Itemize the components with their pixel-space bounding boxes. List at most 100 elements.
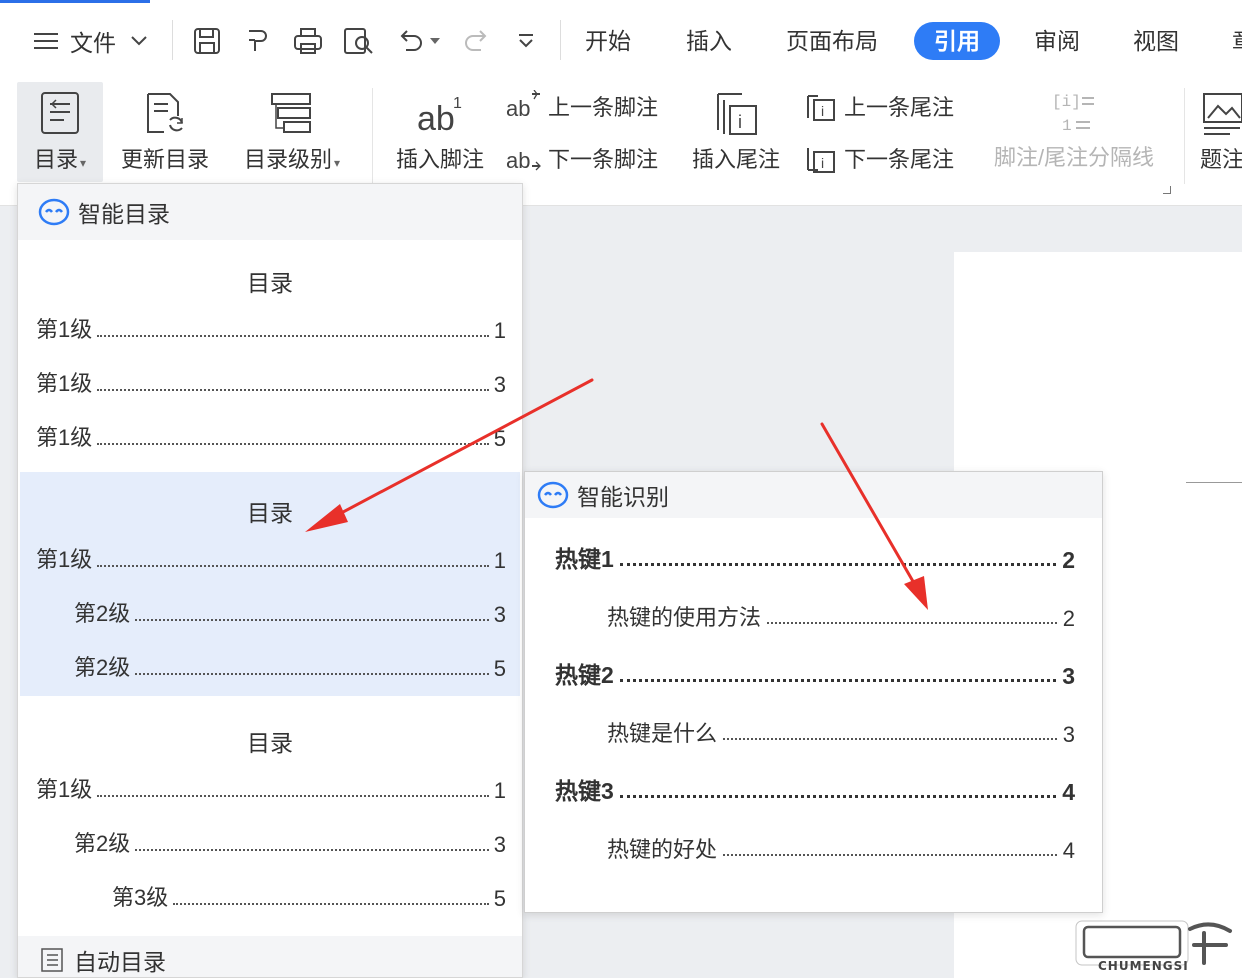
insert-footnote-label: 插入脚注 (395, 147, 484, 172)
smart-recognition-header: 智能识别 (525, 472, 1102, 518)
print-button[interactable] (292, 24, 324, 58)
footnote-separator-button[interactable]: [i] 1 脚注/尾注分隔线 (984, 82, 1164, 182)
print-icon (294, 28, 322, 54)
tab-chapter[interactable]: 章 (1232, 22, 1242, 60)
print-preview-icon (344, 28, 373, 54)
recognized-heading-level2: 热键的好处 4 (607, 837, 1075, 863)
prev-footnote-label: 上一条脚注 (548, 95, 659, 120)
insert-footnote-button[interactable]: ab 1 插入脚注 (390, 82, 490, 182)
menu-bar: 文件 开始 插入 页面布局 引用 审阅 视图 章 (0, 0, 1242, 82)
toc-preview-line: 第1级 5 (36, 425, 506, 451)
caption-label: 题注 (1200, 147, 1242, 172)
active-window-indicator (0, 0, 150, 3)
endnote-icon: i (717, 93, 757, 135)
smart-recognition-preview[interactable]: 智能识别 热键1 2 热键的使用方法 2 热键2 3 热键是什么 3 热键3 4 热键的好… (524, 471, 1103, 913)
tab-view[interactable]: 视图 (1133, 22, 1179, 60)
toc-preview-line: 第1级 1 (36, 777, 506, 803)
toc-preset-3[interactable]: 目录 第1级 1 第2级 3 第3级 5 (20, 702, 520, 926)
toc-level-button[interactable]: 目录级别 ▾ (234, 82, 350, 182)
tab-insert[interactable]: 插入 (686, 22, 732, 60)
update-toc-icon (147, 93, 183, 133)
watermark-text: CHUMENGSI (1098, 959, 1189, 973)
footnote-separator-label: 脚注/尾注分隔线 (993, 145, 1155, 170)
save-icon (194, 28, 220, 54)
file-menu[interactable]: 文件 (32, 24, 148, 58)
next-footnote-button[interactable]: ab 下一条脚注 (506, 142, 658, 174)
svg-text:i: i (821, 155, 824, 171)
table-of-contents-icon (41, 92, 79, 134)
prev-endnote-icon: i (807, 95, 835, 121)
svg-text:i: i (738, 112, 742, 132)
next-footnote-icon: ab (506, 148, 541, 173)
watermark-logo: CHUMENGSI (1070, 915, 1240, 977)
toc-preview-line: 第2级 5 (74, 655, 506, 681)
chevron-down-icon (519, 34, 533, 48)
tab-home[interactable]: 开始 (585, 22, 631, 60)
print-preview-button[interactable] (342, 24, 376, 58)
menu-divider (560, 20, 561, 60)
tab-page-layout[interactable]: 页面布局 (786, 22, 878, 60)
toc-preview-line: 第1级 3 (36, 371, 506, 397)
toc-preset-1[interactable]: 目录 第1级 1 第1级 3 第1级 5 (20, 242, 520, 466)
prev-footnote-icon: ab (506, 90, 540, 121)
auto-toc-section[interactable]: 自动目录 (18, 936, 522, 977)
toc-preview-line: 第2级 3 (74, 601, 506, 627)
redo-icon (465, 30, 487, 51)
next-endnote-icon: i (807, 148, 835, 173)
caret-down-icon (430, 38, 440, 44)
toc-level-icon (271, 93, 311, 133)
update-toc-label: 更新目录 (120, 147, 209, 172)
smart-toc-header: 智能目录 (18, 184, 522, 240)
auto-toc-icon (41, 948, 63, 972)
smart-toc-title: 智能目录 (78, 201, 170, 227)
svg-text:ab: ab (506, 96, 530, 121)
smart-icon (537, 481, 569, 509)
prev-endnote-button[interactable]: i 上一条尾注 (804, 90, 954, 122)
recognized-heading-level1: 热键1 2 (555, 546, 1075, 573)
prev-footnote-button[interactable]: ab 上一条脚注 (506, 90, 658, 122)
svg-text:ab: ab (506, 148, 530, 173)
toc-preview-line: 第2级 3 (74, 831, 506, 857)
tab-review[interactable]: 审阅 (1034, 22, 1080, 60)
format-painter-button[interactable] (243, 24, 273, 58)
toc-preset-2[interactable]: 目录 第1级 1 第2级 3 第2级 5 (20, 472, 520, 696)
next-footnote-label: 下一条脚注 (548, 147, 659, 172)
ribbon-divider (372, 88, 373, 184)
chevron-down-icon (131, 36, 147, 46)
file-menu-label: 文件 (70, 30, 116, 56)
svg-text:i: i (821, 103, 824, 119)
ribbon-group-launcher-icon[interactable] (1163, 186, 1171, 194)
next-endnote-button[interactable]: i 下一条尾注 (804, 142, 954, 174)
toc-preview-line: 第3级 5 (112, 885, 506, 911)
undo-button[interactable] (395, 24, 441, 58)
ribbon-divider (1184, 88, 1185, 184)
insert-endnote-label: 插入尾注 (691, 147, 780, 172)
page-margin-mark (1186, 482, 1242, 483)
save-button[interactable] (192, 24, 222, 58)
caption-button[interactable]: 题注 (1200, 82, 1242, 182)
svg-text:1: 1 (1062, 117, 1072, 134)
insert-endnote-button[interactable]: i 插入尾注 (686, 82, 786, 182)
undo-icon (400, 30, 422, 51)
footnote-icon: ab1 (417, 95, 462, 136)
format-painter-icon (249, 30, 267, 51)
svg-text:[i]: [i] (1052, 93, 1081, 111)
prev-endnote-label: 上一条尾注 (844, 95, 955, 120)
toc-button[interactable]: 目录 ▾ (17, 82, 103, 182)
toc-dropdown-panel: 智能目录 目录 第1级 1 第1级 3 第1级 5 目录 第1级 1 第2级 3 第2级 5… (17, 183, 523, 978)
tab-references[interactable]: 引用 (914, 22, 1000, 60)
svg-text:1: 1 (453, 95, 462, 112)
customize-toolbar-button[interactable] (516, 24, 536, 58)
toc-preset-title: 目录 (247, 500, 293, 526)
recognized-heading-level1: 热键3 4 (555, 778, 1075, 805)
separator-icon: [i] 1 (1052, 93, 1094, 134)
smart-icon (38, 198, 70, 226)
hamburger-icon (34, 33, 58, 49)
toc-preview-line: 第1级 1 (36, 547, 506, 573)
recognized-heading-level1: 热键2 3 (555, 662, 1075, 689)
menu-divider (172, 20, 173, 60)
svg-text:ab: ab (417, 100, 455, 136)
recognized-heading-level2: 热键是什么 3 (607, 721, 1075, 747)
update-toc-button[interactable]: 更新目录 (116, 82, 214, 182)
redo-button[interactable] (462, 24, 492, 58)
